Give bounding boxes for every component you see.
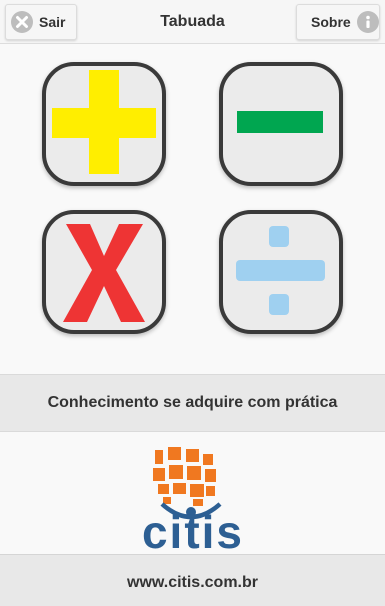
addition-button[interactable] [42, 62, 166, 186]
exit-button[interactable]: Sair [5, 4, 77, 40]
motto-text: Conhecimento se adquire com prática [0, 374, 385, 432]
footer-link[interactable]: www.citis.com.br [0, 554, 385, 606]
close-circle-icon [11, 11, 33, 33]
divide-icon [236, 226, 325, 315]
logo-text: citis [142, 506, 244, 554]
header-bar: Tabuada Sair Sobre [0, 0, 385, 44]
operations-grid [0, 44, 385, 374]
about-button[interactable]: Sobre [296, 4, 380, 40]
multiplication-button[interactable] [42, 210, 166, 334]
info-circle-icon [356, 11, 379, 33]
multiply-icon [63, 224, 145, 322]
exit-label: Sair [39, 14, 66, 30]
division-button[interactable] [219, 210, 343, 334]
about-label: Sobre [311, 14, 351, 30]
citis-logo: citis [0, 432, 385, 558]
subtraction-button[interactable] [219, 62, 343, 186]
plus-icon [52, 70, 156, 174]
minus-icon [237, 111, 323, 133]
